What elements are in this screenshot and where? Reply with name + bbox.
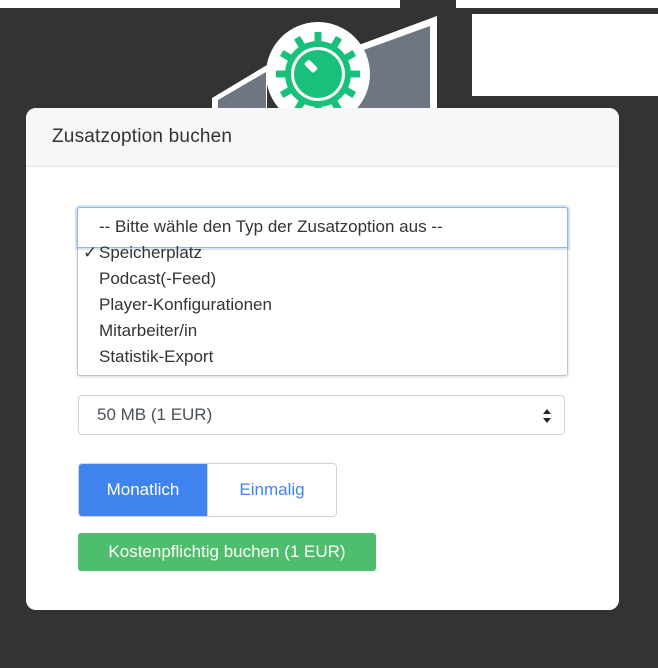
dropdown-option-podcast-feed[interactable]: Podcast(-Feed) <box>78 266 567 292</box>
size-select[interactable]: 50 MB (1 EUR) <box>78 395 565 435</box>
sort-arrows-icon <box>543 409 551 423</box>
dropdown-option-mitarbeiter[interactable]: Mitarbeiter/in <box>78 318 567 344</box>
monthly-button[interactable]: Monatlich <box>79 464 207 516</box>
card-header: Zusatzoption buchen <box>26 108 619 167</box>
type-dropdown-list[interactable]: -- Bitte wähle den Typ der Zusatzoption … <box>77 207 568 376</box>
checkmark-icon: ✓ <box>83 243 98 262</box>
size-select-value: 50 MB (1 EUR) <box>97 405 213 424</box>
booking-card: Zusatzoption buchen -- Bitte wähle den T… <box>26 108 619 610</box>
gear-dial-icon <box>212 16 437 120</box>
dropdown-option-placeholder[interactable]: -- Bitte wähle den Typ der Zusatzoption … <box>78 214 567 240</box>
dropdown-option-statistik-export[interactable]: Statistik-Export <box>78 344 567 370</box>
dropdown-option-speicherplatz[interactable]: ✓ Speicherplatz <box>78 240 567 266</box>
dropdown-option-player-konfigurationen[interactable]: Player-Konfigurationen <box>78 292 567 318</box>
once-button[interactable]: Einmalig <box>207 464 336 516</box>
billing-toggle: Monatlich Einmalig <box>78 463 337 517</box>
book-button[interactable]: Kostenpflichtig buchen (1 EUR) <box>78 533 376 571</box>
card-title: Zusatzoption buchen <box>52 126 233 147</box>
